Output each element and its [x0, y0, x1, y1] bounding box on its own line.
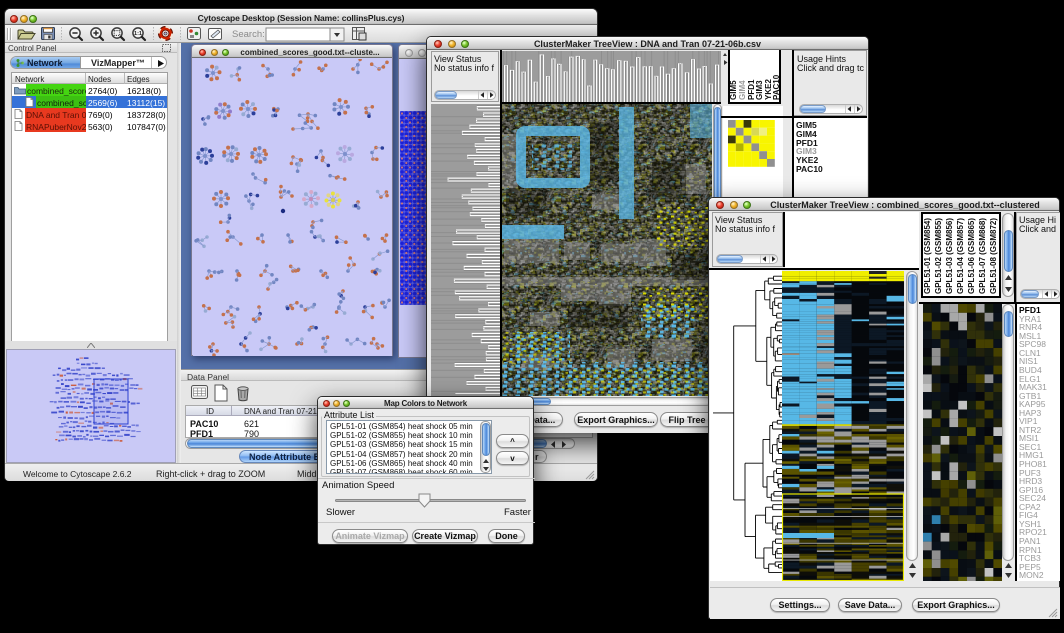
svg-text:1:1: 1:1: [134, 31, 142, 37]
svg-text:Search:: Search:: [232, 29, 265, 40]
